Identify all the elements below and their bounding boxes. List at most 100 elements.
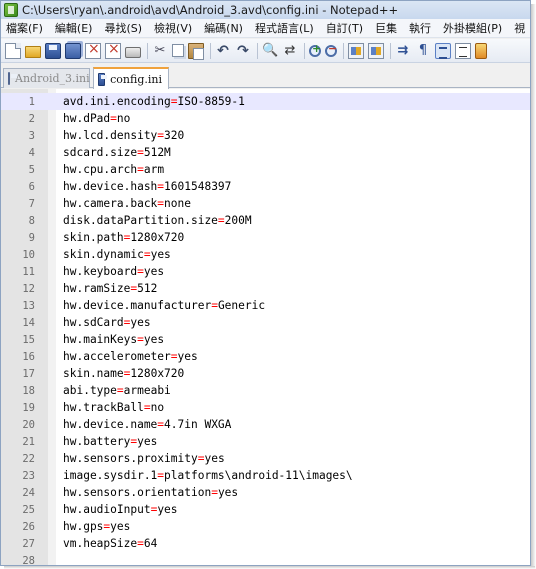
- code-line[interactable]: 17 skin.name=1280x720: [1, 365, 530, 382]
- code-line[interactable]: 28: [1, 552, 530, 566]
- more-icon[interactable]: [475, 42, 487, 59]
- code-line[interactable]: 24 hw.sensors.orientation=yes: [1, 484, 530, 501]
- window-shadow: [531, 4, 536, 569]
- show-all-chars-icon[interactable]: ¶: [415, 43, 431, 59]
- code-line[interactable]: 4 sdcard.size=512M: [1, 144, 530, 161]
- code-text: hw.sdCard=yes: [63, 316, 151, 329]
- ini-value: ISO-8859-1: [177, 95, 245, 108]
- code-line[interactable]: 15 hw.mainKeys=yes: [1, 331, 530, 348]
- saved-file-icon: [98, 72, 108, 86]
- tab-label: Android_3.ini: [15, 72, 90, 85]
- zoom-in-icon[interactable]: [309, 42, 321, 57]
- code-line[interactable]: 8 disk.dataPartition.size=200M: [1, 212, 530, 229]
- code-line[interactable]: 23 image.sysdir.1=platforms\android-11\im…: [1, 467, 530, 484]
- code-line[interactable]: 16 hw.accelerometer=yes: [1, 348, 530, 365]
- code-line[interactable]: 14 hw.sdCard=yes: [1, 314, 530, 331]
- tab-label: config.ini: [110, 72, 162, 86]
- code-line[interactable]: 6 hw.device.hash=1601548397: [1, 178, 530, 195]
- code-text: vm.heapSize=64: [63, 537, 157, 550]
- menu-file[interactable]: 檔案(F): [1, 19, 49, 38]
- save-all-icon[interactable]: [65, 42, 81, 59]
- code-line[interactable]: 1 avd.ini.encoding=ISO-8859-1: [1, 93, 530, 110]
- ini-value: yes: [143, 333, 165, 346]
- code-line[interactable]: 3 hw.lcd.density=320: [1, 127, 530, 144]
- menu-settings[interactable]: 自訂(T): [320, 19, 369, 38]
- undo-icon[interactable]: ↶: [215, 43, 231, 59]
- word-wrap-icon[interactable]: ⇉: [395, 43, 411, 59]
- close-all-icon[interactable]: [105, 41, 121, 59]
- code-line[interactable]: 18 abi.type=armeabi: [1, 382, 530, 399]
- line-number: 22: [22, 452, 35, 465]
- open-folder-icon[interactable]: [25, 45, 41, 58]
- ini-key: image.sysdir.1: [63, 469, 158, 482]
- code-line[interactable]: 27 vm.heapSize=64: [1, 535, 530, 552]
- list-icon[interactable]: [455, 42, 471, 59]
- print-icon[interactable]: [125, 46, 141, 58]
- editor-area[interactable]: 1 avd.ini.encoding=ISO-8859-1 2 hw.dPad=no 3…: [1, 89, 530, 566]
- ini-value: 200M: [224, 214, 252, 227]
- code-line[interactable]: 21 hw.battery=yes: [1, 433, 530, 450]
- zoom-out-icon[interactable]: [325, 42, 337, 57]
- tab-android-3-ini[interactable]: Android_3.ini: [3, 68, 90, 88]
- ini-equals-operator: =: [116, 384, 124, 397]
- code-line[interactable]: 2 hw.dPad=no: [1, 110, 530, 127]
- menu-run[interactable]: 執行: [403, 19, 437, 38]
- ini-key: hw.gps: [63, 520, 104, 533]
- sync-horizontal-icon[interactable]: [368, 42, 384, 59]
- code-text: hw.mainKeys=yes: [63, 333, 164, 346]
- tab-config-ini[interactable]: config.ini: [93, 67, 169, 89]
- menu-language[interactable]: 程式語言(L): [249, 19, 320, 38]
- menu-search[interactable]: 尋找(S): [98, 19, 148, 38]
- code-line[interactable]: 12 hw.ramSize=512: [1, 280, 530, 297]
- menu-view[interactable]: 檢視(V): [148, 19, 198, 38]
- menu-edit[interactable]: 編輯(E): [49, 19, 99, 38]
- ini-equals-operator: =: [110, 112, 117, 125]
- window-title: C:\Users\ryan\.android\avd\Android_3.avd…: [22, 3, 399, 17]
- ini-key: hw.lcd.density: [63, 129, 158, 142]
- sync-scroll-icon[interactable]: [348, 42, 364, 59]
- redo-icon[interactable]: ↷: [235, 43, 251, 59]
- code-line[interactable]: 9 skin.path=1280x720: [1, 229, 530, 246]
- ini-key: disk.dataPartition.size: [63, 214, 218, 227]
- code-line[interactable]: 10 skin.dynamic=yes: [1, 246, 530, 263]
- ini-equals-operator: =: [211, 299, 218, 312]
- title-bar[interactable]: C:\Users\ryan\.android\avd\Android_3.avd…: [1, 1, 530, 19]
- code-line[interactable]: 26 hw.gps=yes: [1, 518, 530, 535]
- code-line[interactable]: 22 hw.sensors.proximity=yes: [1, 450, 530, 467]
- code-line[interactable]: 19 hw.trackBall=no: [1, 399, 530, 416]
- menu-window[interactable]: 視: [508, 19, 530, 38]
- ini-key: hw.cpu.arch: [63, 163, 138, 176]
- code-line[interactable]: 20 hw.device.name=4.7in WXGA: [1, 416, 530, 433]
- indent-guide-icon[interactable]: [435, 42, 451, 59]
- replace-icon[interactable]: ⇄: [282, 43, 298, 59]
- cut-icon[interactable]: ✂: [152, 43, 168, 59]
- ini-key: hw.device.name: [63, 418, 158, 431]
- ini-key: hw.mainKeys: [63, 333, 138, 346]
- code-text: hw.keyboard=yes: [63, 265, 164, 278]
- code-lines: 1 avd.ini.encoding=ISO-8859-1 2 hw.dPad=no 3…: [1, 93, 530, 566]
- copy-icon[interactable]: [172, 44, 184, 57]
- code-text: hw.sensors.orientation=yes: [63, 486, 238, 499]
- line-number: 15: [22, 333, 35, 346]
- menu-macro[interactable]: 巨集: [369, 19, 403, 38]
- code-line[interactable]: 5 hw.cpu.arch=arm: [1, 161, 530, 178]
- code-line[interactable]: 7 hw.camera.back=none: [1, 195, 530, 212]
- ini-key: hw.audioInput: [63, 503, 151, 516]
- paste-icon[interactable]: [188, 42, 204, 60]
- tab-bar: Android_3.ini config.ini: [1, 64, 530, 89]
- line-number: 20: [22, 418, 35, 431]
- menu-encoding[interactable]: 編碼(N): [198, 19, 249, 38]
- code-line[interactable]: 11 hw.keyboard=yes: [1, 263, 530, 280]
- code-text: sdcard.size=512M: [63, 146, 171, 159]
- close-icon[interactable]: [85, 41, 101, 59]
- menu-plugins[interactable]: 外掛模組(P): [437, 19, 508, 38]
- save-icon[interactable]: [45, 42, 61, 59]
- ini-equals-operator: =: [137, 163, 144, 176]
- line-number: 27: [22, 537, 35, 550]
- code-line[interactable]: 13 hw.device.manufacturer=Generic: [1, 297, 530, 314]
- notepadpp-app-icon: [4, 3, 18, 17]
- find-icon[interactable]: 🔍: [262, 43, 278, 59]
- ini-equals-operator: =: [137, 146, 144, 159]
- code-line[interactable]: 25 hw.audioInput=yes: [1, 501, 530, 518]
- new-file-icon[interactable]: [5, 42, 21, 59]
